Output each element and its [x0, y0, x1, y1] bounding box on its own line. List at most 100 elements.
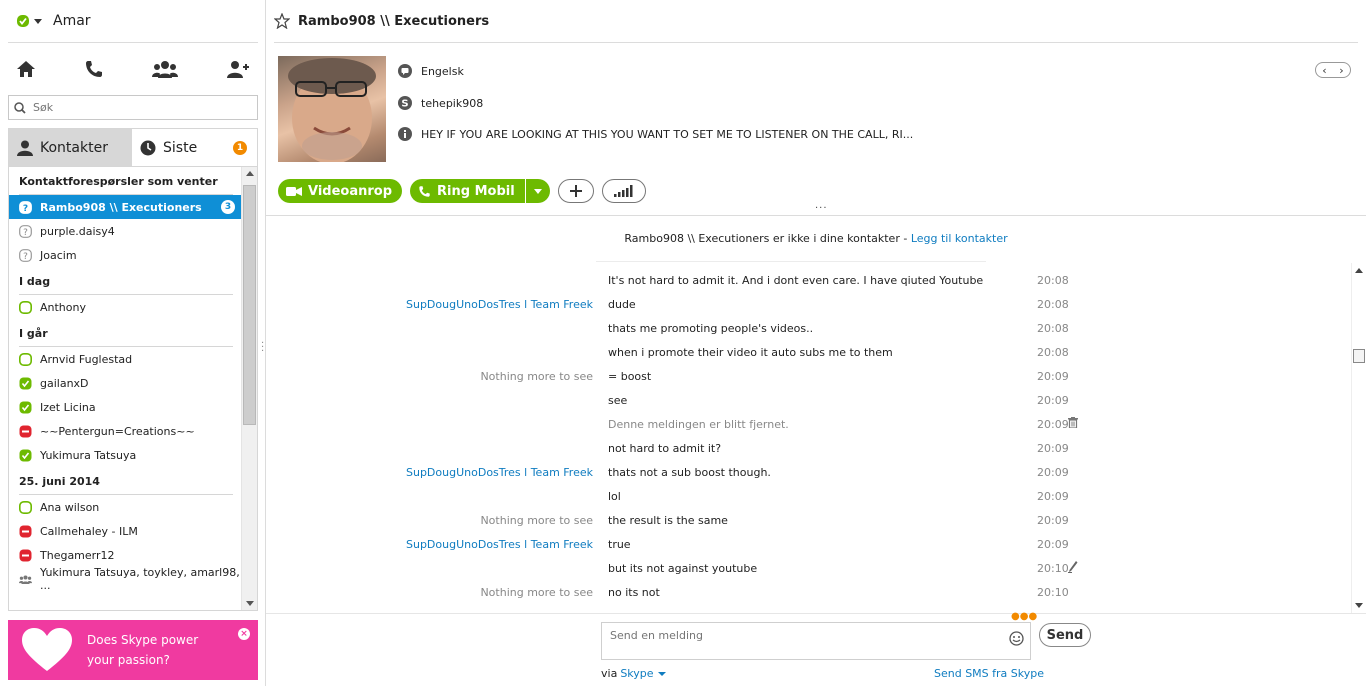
- pending-contact-icon: ?: [19, 248, 32, 262]
- emoji-icon[interactable]: [1009, 631, 1024, 646]
- message-text: thats not a sub boost though.: [608, 466, 771, 479]
- phone-icon[interactable]: [84, 59, 104, 79]
- message-time: 20:08: [1037, 346, 1069, 359]
- contact-name: Thegamerr12: [40, 548, 115, 562]
- message-time: 20:09: [1037, 418, 1069, 431]
- contact-item[interactable]: Anthony: [9, 295, 241, 319]
- contact-item[interactable]: ? Joacim: [9, 243, 241, 267]
- mood-row: HEY IF YOU ARE LOOKING AT THIS YOU WANT …: [398, 127, 913, 141]
- scroll-up-icon[interactable]: [246, 171, 254, 176]
- message-row[interactable]: but its not against youtube 20:10: [266, 556, 1352, 580]
- message-row[interactable]: Nothing more to see no its not 20:10: [266, 580, 1352, 604]
- group-header: Kontaktforespørsler som venter: [19, 167, 233, 195]
- message-row[interactable]: lol 20:09: [266, 484, 1352, 508]
- skype-window: Amar Kontakter Siste 1 Kontaktforespør: [0, 0, 1366, 686]
- avatar[interactable]: [278, 56, 386, 162]
- call-dropdown[interactable]: [524, 179, 542, 203]
- message-row[interactable]: SupDougUnoDosTres l Team Freek dude 20:08: [266, 292, 1352, 316]
- splitter-handle[interactable]: · · ·: [261, 339, 264, 357]
- tab-contacts[interactable]: Kontakter: [9, 129, 133, 166]
- video-call-button[interactable]: Videoanrop: [278, 179, 403, 203]
- message-row[interactable]: It's not hard to admit it. And i dont ev…: [266, 268, 1352, 292]
- add-contact-link[interactable]: Legg til kontakter: [911, 232, 1008, 245]
- scroll-down-icon[interactable]: [246, 601, 254, 606]
- contact-item[interactable]: Callmehaley - ILM: [9, 519, 241, 543]
- edit-icon[interactable]: [1068, 561, 1078, 573]
- chat-scrollbar[interactable]: [1351, 263, 1366, 613]
- contact-item[interactable]: Yukimura Tatsuya: [9, 443, 241, 467]
- message-row[interactable]: when i promote their video it auto subs …: [266, 340, 1352, 364]
- contact-item[interactable]: gailanxD: [9, 371, 241, 395]
- message-row[interactable]: SupDougUnoDosTres l Team Freek thats not …: [266, 460, 1352, 484]
- info-icon: [398, 127, 412, 141]
- home-icon[interactable]: [16, 60, 36, 78]
- contact-name: Yukimura Tatsuya, toykley, amarl98, ...: [40, 566, 240, 592]
- message-text: dude: [608, 298, 636, 311]
- star-icon[interactable]: [274, 13, 290, 29]
- add-contact-icon[interactable]: [226, 60, 250, 78]
- message-row[interactable]: Nothing more to see the result is the sam…: [266, 508, 1352, 532]
- svg-text:?: ?: [23, 252, 28, 262]
- contact-item[interactable]: Yukimura Tatsuya, toykley, amarl98, ...: [9, 566, 241, 592]
- message-composer[interactable]: [601, 622, 1031, 660]
- contact-item[interactable]: Arnvid Fuglestad: [9, 347, 241, 371]
- message-row[interactable]: see 20:09: [266, 388, 1352, 412]
- message-row[interactable]: Nothing more to see = boost 20:09: [266, 364, 1352, 388]
- contacts-icon[interactable]: [152, 60, 178, 78]
- scrollbar-thumb[interactable]: [1353, 349, 1365, 363]
- send-sms-link[interactable]: Send SMS fra Skype: [934, 667, 1044, 680]
- chevron-down-icon[interactable]: [657, 671, 666, 676]
- message-row[interactable]: thats me promoting people's videos.. 20:0…: [266, 316, 1352, 340]
- add-to-call-button[interactable]: [557, 179, 594, 203]
- status-offline-icon: [19, 352, 32, 366]
- status-online-icon[interactable]: [16, 14, 30, 28]
- message-row[interactable]: Denne meldingen er blitt fjernet. 20:09: [266, 412, 1352, 436]
- status-offline-icon: [19, 300, 32, 314]
- trash-icon[interactable]: [1068, 417, 1078, 428]
- contact-name: ~~Pentergun=Creations~~: [40, 424, 195, 438]
- prev-icon[interactable]: ‹: [1322, 64, 1326, 77]
- profile-bar[interactable]: Amar: [8, 0, 258, 43]
- message-text: no its not: [608, 586, 660, 599]
- message-row[interactable]: SupDougUnoDosTres l Team Freek true 20:09: [266, 532, 1352, 556]
- profile-name[interactable]: Amar: [53, 13, 91, 29]
- message-text: It's not hard to admit it. And i dont ev…: [608, 274, 984, 287]
- scroll-up-icon[interactable]: [1355, 268, 1363, 273]
- promo-banner[interactable]: Does Skype power your passion? ×: [8, 620, 258, 680]
- tab-recent[interactable]: Siste 1: [132, 129, 257, 166]
- contact-item[interactable]: Ana wilson: [9, 495, 241, 519]
- close-icon[interactable]: ×: [238, 628, 250, 640]
- contact-name: Yukimura Tatsuya: [40, 448, 137, 462]
- search-box[interactable]: [8, 95, 258, 120]
- message-sender: Nothing more to see: [480, 370, 593, 383]
- contact-item[interactable]: ~~Pentergun=Creations~~: [9, 419, 241, 443]
- status-online-icon: [19, 377, 32, 389]
- skype-icon: S: [398, 96, 412, 110]
- via-skype-link[interactable]: Skype: [620, 667, 653, 680]
- message-text: Denne meldingen er blitt fjernet.: [608, 418, 789, 431]
- status-dropdown-icon[interactable]: [34, 18, 42, 24]
- contact-item[interactable]: ? purple.daisy4: [9, 219, 241, 243]
- scroll-down-icon[interactable]: [1355, 603, 1363, 608]
- message-input[interactable]: [610, 629, 1005, 659]
- call-quality-button[interactable]: [601, 179, 646, 203]
- status-busy-icon: [19, 525, 32, 537]
- call-mobile-button[interactable]: Ring Mobil: [410, 179, 550, 203]
- sidebar: Amar Kontakter Siste 1 Kontaktforespør: [0, 0, 266, 686]
- contact-item[interactable]: ? Rambo908 \\ Executioners 3: [9, 195, 241, 219]
- message-sender[interactable]: SupDougUnoDosTres l Team Freek: [406, 466, 593, 479]
- search-input[interactable]: [33, 101, 253, 114]
- send-button[interactable]: Send: [1039, 623, 1091, 647]
- contact-list-items: Kontaktforespørsler som venter? Rambo908 …: [9, 167, 241, 592]
- contact-item[interactable]: Izet Licina: [9, 395, 241, 419]
- conversation-title: Rambo908 \\ Executioners: [298, 13, 490, 29]
- next-icon[interactable]: ›: [1339, 64, 1343, 77]
- message-sender[interactable]: SupDougUnoDosTres l Team Freek: [406, 538, 593, 551]
- contact-item[interactable]: Thegamerr12: [9, 543, 241, 567]
- message-time: 20:09: [1037, 394, 1069, 407]
- contact-list-scrollbar[interactable]: [241, 167, 257, 610]
- collapse-handle[interactable]: ···: [815, 203, 828, 214]
- message-sender[interactable]: SupDougUnoDosTres l Team Freek: [406, 298, 593, 311]
- message-row[interactable]: not hard to admit it? 20:09: [266, 436, 1352, 460]
- scrollbar-thumb[interactable]: [243, 185, 256, 425]
